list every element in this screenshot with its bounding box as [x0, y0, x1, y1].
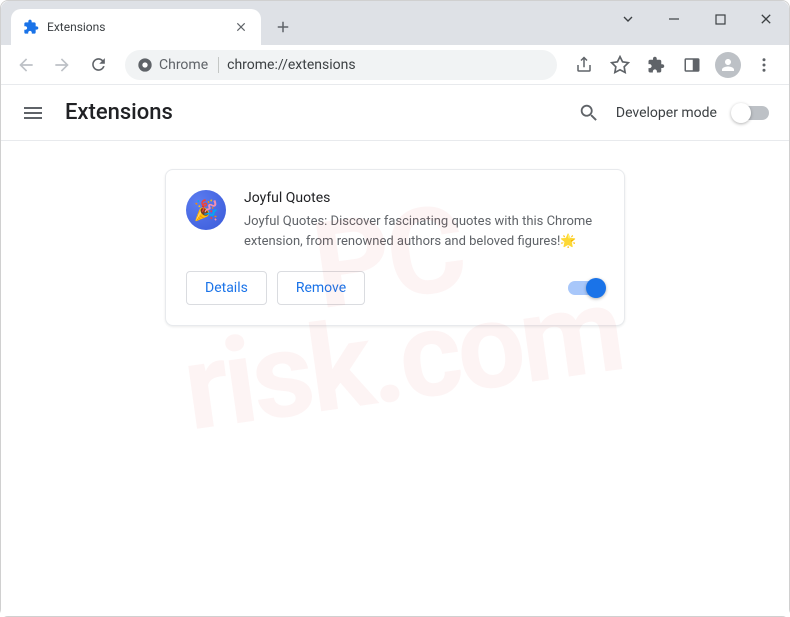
extension-name: Joyful Quotes	[244, 190, 604, 206]
reload-button[interactable]	[83, 50, 113, 80]
new-tab-button[interactable]	[269, 13, 297, 41]
titlebar: Extensions	[1, 1, 789, 45]
developer-mode-toggle[interactable]	[733, 106, 769, 120]
toolbar: Chrome chrome://extensions	[1, 45, 789, 85]
extensions-header: Extensions Developer mode	[1, 85, 789, 141]
close-tab-icon[interactable]	[233, 19, 249, 35]
extensions-grid: 🎉 Joyful Quotes Joyful Quotes: Discover …	[1, 141, 789, 354]
close-window-button[interactable]	[743, 4, 789, 34]
browser-window: Extensions	[0, 0, 790, 617]
share-icon[interactable]	[569, 50, 599, 80]
card-header: 🎉 Joyful Quotes Joyful Quotes: Discover …	[186, 190, 604, 251]
side-panel-icon[interactable]	[677, 50, 707, 80]
window-controls	[605, 1, 789, 45]
remove-button[interactable]: Remove	[277, 271, 365, 305]
toggle-knob	[731, 103, 751, 123]
extension-icon: 🎉	[186, 190, 226, 230]
profile-avatar[interactable]	[713, 50, 743, 80]
details-button[interactable]: Details	[186, 271, 267, 305]
page-title: Extensions	[65, 100, 173, 125]
address-bar[interactable]: Chrome chrome://extensions	[125, 50, 557, 80]
card-text: Joyful Quotes Joyful Quotes: Discover fa…	[244, 190, 604, 251]
avatar-icon	[715, 52, 741, 78]
browser-tab[interactable]: Extensions	[11, 9, 261, 45]
page-content: Extensions Developer mode 🎉 Joyful Quote…	[1, 85, 789, 616]
menu-kebab-icon[interactable]	[749, 50, 779, 80]
forward-button[interactable]	[47, 50, 77, 80]
puzzle-piece-icon	[23, 19, 39, 35]
extension-enable-toggle[interactable]	[568, 281, 604, 295]
extensions-puzzle-icon[interactable]	[641, 50, 671, 80]
address-url: chrome://extensions	[227, 57, 355, 73]
header-actions: Developer mode	[578, 102, 769, 124]
maximize-button[interactable]	[697, 4, 743, 34]
toggle-knob	[586, 278, 606, 298]
tab-title: Extensions	[47, 20, 225, 34]
search-icon[interactable]	[578, 102, 600, 124]
extension-card: 🎉 Joyful Quotes Joyful Quotes: Discover …	[165, 169, 625, 326]
bookmark-star-icon[interactable]	[605, 50, 635, 80]
address-prefix: Chrome	[159, 57, 208, 73]
card-actions: Details Remove	[186, 271, 604, 305]
developer-mode-label: Developer mode	[616, 105, 717, 121]
extension-description: Joyful Quotes: Discover fascinating quot…	[244, 212, 604, 251]
tab-dropdown-icon[interactable]	[605, 4, 651, 34]
back-button[interactable]	[11, 50, 41, 80]
menu-hamburger-icon[interactable]	[21, 101, 45, 125]
minimize-button[interactable]	[651, 4, 697, 34]
chrome-logo-icon: Chrome	[137, 57, 219, 73]
enable-toggle-wrap	[568, 281, 604, 295]
